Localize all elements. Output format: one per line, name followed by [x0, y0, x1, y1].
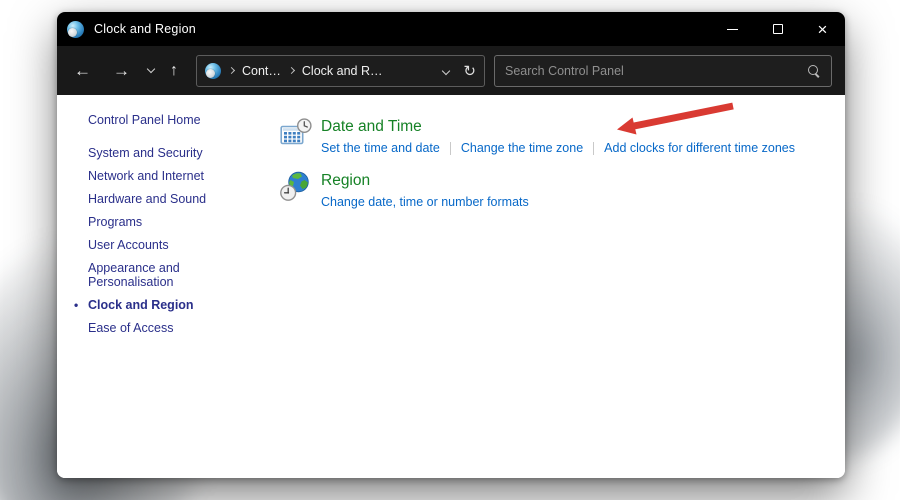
sidebar-item-system-and-security[interactable]: System and Security [88, 146, 228, 160]
close-icon: × [817, 19, 828, 39]
sidebar-item-hardware-and-sound[interactable]: Hardware and Sound [88, 192, 228, 206]
address-bar[interactable]: Cont… Clock and R… ↻ [196, 54, 485, 87]
sidebar-item-ease-of-access[interactable]: Ease of Access [88, 321, 228, 335]
region-tasks: Change date, time or number formats [321, 195, 529, 209]
refresh-button[interactable]: ↻ [463, 62, 476, 80]
task-link-set-time-date[interactable]: Set the time and date [321, 141, 440, 155]
task-separator [449, 141, 451, 155]
sidebar-item-control-panel-home[interactable]: Control Panel Home [88, 113, 228, 127]
clock-region-app-icon [67, 20, 84, 38]
window-controls: × [710, 12, 845, 46]
maximize-icon [772, 24, 783, 34]
maximize-button[interactable] [755, 12, 800, 46]
main-panel: Date and Time Set the time and date Chan… [250, 95, 845, 478]
sidebar-item-appearance-personalisation[interactable]: Appearance and Personalisation [88, 261, 228, 289]
recent-pages-chevron-down-icon[interactable] [146, 64, 156, 74]
date-and-time-section: Date and Time Set the time and date Chan… [280, 117, 845, 155]
back-button[interactable]: ← [70, 60, 95, 81]
chevron-down-icon [442, 66, 451, 76]
task-link-add-clocks[interactable]: Add clocks for different time zones [604, 141, 795, 155]
close-button[interactable]: × [800, 12, 845, 46]
task-link-change-formats[interactable]: Change date, time or number formats [321, 195, 529, 209]
search-box [494, 54, 832, 87]
task-link-change-time-zone[interactable]: Change the time zone [461, 141, 583, 155]
date-and-time-heading[interactable]: Date and Time [321, 118, 795, 136]
window-title: Clock and Region [94, 22, 196, 36]
active-item-bullet: • [74, 298, 79, 312]
search-icon[interactable] [807, 64, 821, 78]
breadcrumb-clock-and-region[interactable]: Clock and R… [302, 64, 383, 78]
date-and-time-body: Date and Time Set the time and date Chan… [321, 117, 795, 155]
forward-button[interactable]: → [109, 60, 134, 81]
region-body: Region Change date, time or number forma… [321, 171, 529, 209]
sidebar-item-label: Clock and Region [88, 298, 194, 312]
minimize-button[interactable] [710, 12, 755, 46]
search-input[interactable] [505, 63, 807, 78]
breadcrumb-separator-icon [287, 66, 295, 75]
up-button[interactable]: ↑ [166, 61, 182, 81]
navigation-toolbar: ← → ↑ Cont… Clock and R… ↻ [57, 46, 845, 95]
minimize-icon [727, 28, 738, 30]
calendar-clock-icon[interactable] [280, 117, 312, 149]
breadcrumb-separator-icon [227, 66, 236, 75]
task-separator [593, 141, 595, 155]
sidebar-item-clock-and-region[interactable]: • Clock and Region [74, 298, 228, 312]
titlebar: Clock and Region × [57, 12, 845, 46]
globe-clock-icon[interactable] [280, 171, 312, 203]
address-dropdown[interactable] [442, 63, 451, 77]
date-and-time-tasks: Set the time and date Change the time zo… [321, 141, 795, 155]
breadcrumb-control-panel[interactable]: Cont… [242, 64, 281, 78]
region-heading[interactable]: Region [321, 172, 529, 190]
region-section: Region Change date, time or number forma… [280, 171, 845, 209]
content-area: Control Panel Home System and Security N… [57, 95, 845, 478]
sidebar: Control Panel Home System and Security N… [57, 95, 250, 478]
sidebar-item-user-accounts[interactable]: User Accounts [88, 238, 228, 252]
control-panel-window: Clock and Region × ← → ↑ Cont… Clock and… [57, 12, 845, 478]
sidebar-item-network-and-internet[interactable]: Network and Internet [88, 169, 228, 183]
sidebar-item-programs[interactable]: Programs [88, 215, 228, 229]
breadcrumb-clock-icon [205, 62, 221, 79]
